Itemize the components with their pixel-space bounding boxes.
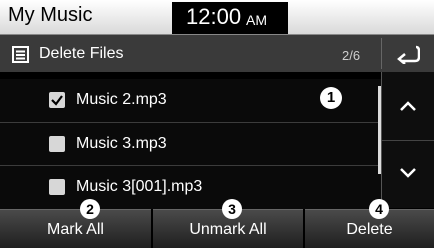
- list-icon: [12, 46, 29, 63]
- file-name: Music 2.mp3: [76, 91, 167, 108]
- file-name: Music 3[001].mp3: [76, 178, 203, 195]
- app-title: My Music: [8, 4, 93, 26]
- callout-marker: 4: [369, 199, 389, 219]
- callout-marker: 1: [320, 87, 342, 109]
- clock: 12:00 AM: [172, 2, 288, 34]
- check-icon: [51, 95, 63, 106]
- page-counter: 2/6: [342, 48, 361, 63]
- delete-label: Delete: [346, 221, 393, 238]
- scroll-up-button[interactable]: [382, 72, 434, 140]
- back-arrow-icon: [397, 45, 420, 64]
- unmark-all-label: Unmark All: [189, 221, 267, 238]
- chevron-down-icon: [400, 168, 416, 178]
- checkbox[interactable]: [49, 136, 65, 152]
- mark-all-label: Mark All: [47, 221, 104, 238]
- list-item[interactable]: Music 3[001].mp3: [0, 166, 381, 209]
- checkbox[interactable]: [49, 92, 65, 108]
- clock-ampm: AM: [246, 12, 267, 28]
- delete-button[interactable]: Delete: [305, 209, 434, 248]
- screen: My Music 12:00 AM Delete Files 2/6 Music…: [0, 0, 434, 248]
- list-item[interactable]: Music 3.mp3: [0, 123, 381, 166]
- file-name: Music 3.mp3: [76, 135, 167, 152]
- mark-all-button[interactable]: Mark All: [0, 209, 151, 248]
- back-button[interactable]: [382, 35, 434, 72]
- callout-marker: 2: [80, 199, 100, 219]
- checkbox[interactable]: [49, 179, 65, 195]
- chevron-up-icon: [400, 101, 416, 111]
- header-title: Delete Files: [39, 45, 124, 62]
- clock-time: 12:00: [186, 4, 242, 29]
- callout-marker: 3: [222, 199, 242, 219]
- scroll-down-button[interactable]: [382, 141, 434, 208]
